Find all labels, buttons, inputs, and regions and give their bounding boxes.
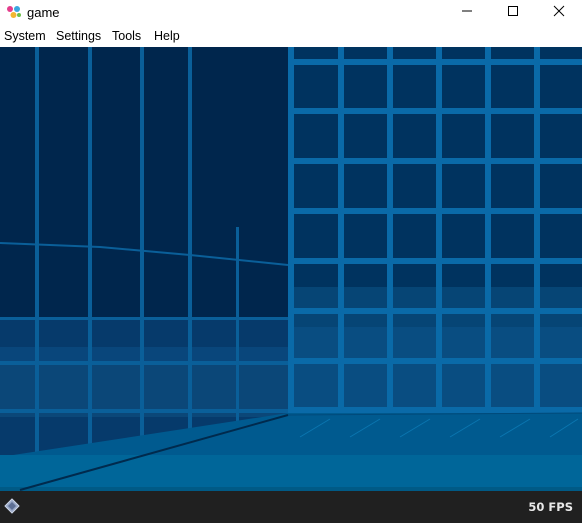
minimize-icon — [461, 4, 473, 22]
menu-bar: System Settings Tools Help — [0, 25, 582, 47]
game-scene — [0, 47, 582, 491]
menu-system[interactable]: System — [4, 29, 46, 43]
title-bar: game — [0, 0, 582, 25]
diamond-logo-icon — [4, 498, 20, 514]
menu-help[interactable]: Help — [154, 29, 180, 43]
minimize-button[interactable] — [444, 0, 490, 25]
game-viewport[interactable] — [0, 47, 582, 491]
status-bar: 50 FPS — [0, 491, 582, 523]
menu-settings[interactable]: Settings — [56, 29, 101, 43]
window-title: game — [27, 5, 60, 20]
menu-tools[interactable]: Tools — [112, 29, 141, 43]
emulator-logo-icon — [6, 5, 22, 19]
close-button[interactable] — [536, 0, 582, 25]
close-icon — [553, 4, 565, 22]
maximize-button[interactable] — [490, 0, 536, 25]
fps-counter: 50 FPS — [528, 500, 573, 514]
maximize-icon — [507, 4, 519, 22]
